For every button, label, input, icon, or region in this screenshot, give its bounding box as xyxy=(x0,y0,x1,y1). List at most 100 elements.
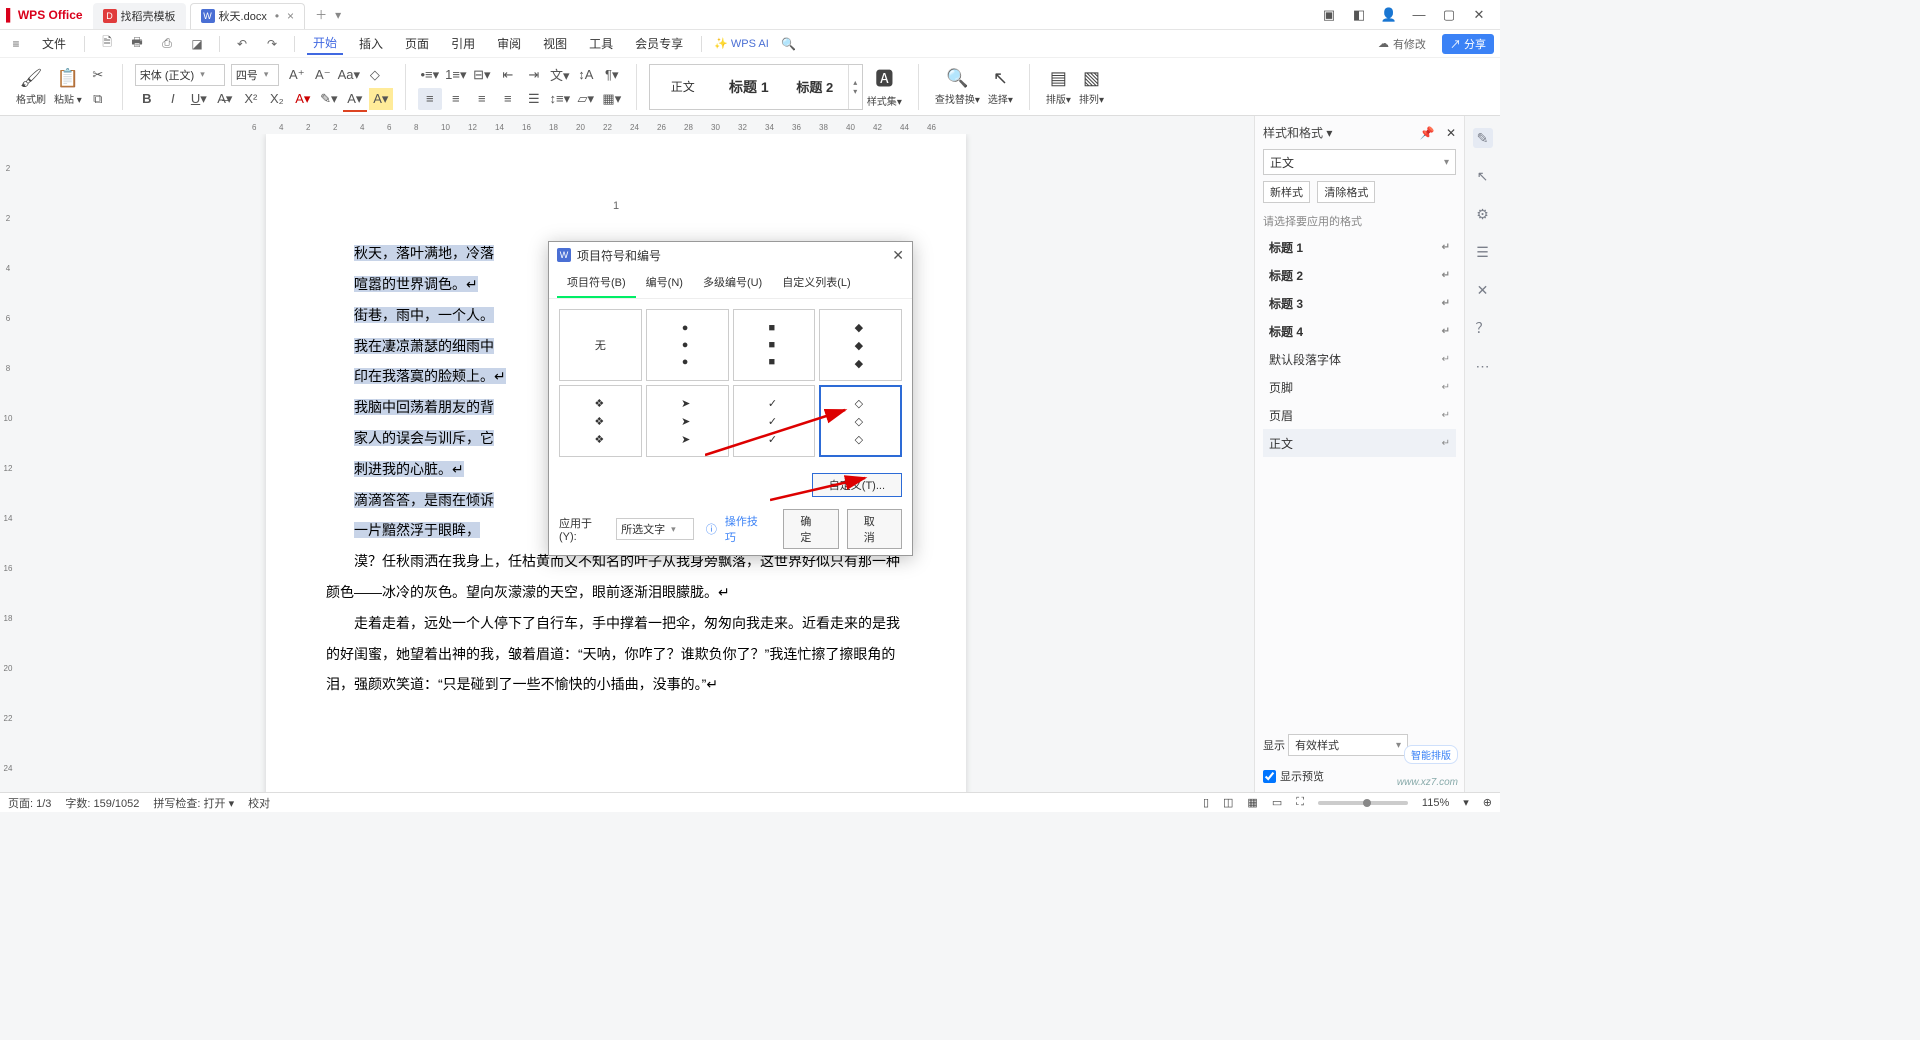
align-center-icon[interactable]: ≡ xyxy=(444,88,468,110)
decrease-indent-icon[interactable]: ⇤ xyxy=(496,64,520,86)
superscript-icon[interactable]: X² xyxy=(239,88,263,110)
show-marks-icon[interactable]: ¶▾ xyxy=(600,64,624,86)
align-justify-icon[interactable]: ≡ xyxy=(496,88,520,110)
style-item[interactable]: 标题 1↵ xyxy=(1263,233,1456,261)
menu-insert[interactable]: 插入 xyxy=(353,33,389,54)
zoom-slider[interactable] xyxy=(1318,801,1408,805)
bullet-option[interactable]: ●●● xyxy=(646,309,729,381)
apply-to-select[interactable]: 所选文字▾ xyxy=(616,518,694,540)
align-right-icon[interactable]: ≡ xyxy=(470,88,494,110)
format-painter-button[interactable]: 🖌格式刷 xyxy=(12,68,50,106)
new-style-button[interactable]: 新样式 xyxy=(1263,181,1310,203)
style-item[interactable]: 页眉↵ xyxy=(1263,401,1456,429)
close-button[interactable]: ✕ xyxy=(1464,7,1494,23)
menu-vip[interactable]: 会员专享 xyxy=(629,33,689,54)
quick-print-icon[interactable]: ◪ xyxy=(187,34,207,54)
layout-button[interactable]: ▤排版▾ xyxy=(1042,68,1075,106)
pin-icon[interactable]: 📌 xyxy=(1420,126,1435,140)
panel-close-icon[interactable]: ✕ xyxy=(1446,126,1456,140)
underline-icon[interactable]: U▾ xyxy=(187,88,211,110)
tab-list-icon[interactable]: ▾ xyxy=(335,8,341,22)
style-more-icon[interactable]: ▴▾ xyxy=(848,65,862,109)
help-icon[interactable]: ？ xyxy=(1473,318,1493,338)
zoom-menu-icon[interactable]: ▾ xyxy=(1463,796,1469,809)
bold-icon[interactable]: B xyxy=(135,88,159,110)
redo-icon[interactable]: ↷ xyxy=(262,34,282,54)
bullet-option[interactable]: ◇◇◇ xyxy=(819,385,902,457)
style-item[interactable]: 默认段落字体↵ xyxy=(1263,345,1456,373)
pointer-icon[interactable]: ↖ xyxy=(1473,166,1493,186)
subscript-icon[interactable]: X₂ xyxy=(265,88,289,110)
print-preview-icon[interactable]: ⎙ xyxy=(157,34,177,54)
clear-format-icon[interactable]: ◇ xyxy=(363,64,387,86)
menu-page[interactable]: 页面 xyxy=(399,33,435,54)
increase-font-icon[interactable]: A⁺ xyxy=(285,64,309,86)
print-icon[interactable]: 🖶 xyxy=(127,34,147,54)
bullet-option[interactable]: ◆◆◆ xyxy=(819,309,902,381)
bullet-option[interactable]: ■■■ xyxy=(733,309,816,381)
tab-document[interactable]: W 秋天.docx • × xyxy=(190,3,306,29)
increase-indent-icon[interactable]: ⇥ xyxy=(522,64,546,86)
save-icon[interactable]: 🗎 xyxy=(97,34,117,54)
bullet-option[interactable]: ❖❖❖ xyxy=(559,385,642,457)
zoom-value[interactable]: 115% xyxy=(1422,797,1449,809)
style-h2[interactable]: 标题 2 xyxy=(784,67,846,107)
pencil-icon[interactable]: ✎ xyxy=(1473,128,1493,148)
style-body[interactable]: 正文 xyxy=(652,67,714,107)
text-direction-icon[interactable]: 文▾ xyxy=(548,64,572,86)
tab-custom-list[interactable]: 自定义列表(L) xyxy=(772,268,860,298)
menu-reference[interactable]: 引用 xyxy=(445,33,481,54)
minimize-button[interactable]: — xyxy=(1404,7,1434,22)
style-item[interactable]: 正文↵ xyxy=(1263,429,1456,457)
line-spacing-icon[interactable]: ↕≡▾ xyxy=(548,88,572,110)
style-item[interactable]: 标题 3↵ xyxy=(1263,289,1456,317)
wps-ai-brand[interactable]: ✨ WPS AI xyxy=(714,37,769,50)
highlight-icon[interactable]: ✎▾ xyxy=(317,88,341,110)
paste-button[interactable]: 📋粘贴 ▾ xyxy=(50,68,86,106)
cut-icon[interactable]: ✂ xyxy=(86,64,110,86)
select-button[interactable]: ↖选择▾ xyxy=(984,68,1017,106)
align-distribute-icon[interactable]: ☰ xyxy=(522,88,546,110)
show-filter-select[interactable]: 有效样式▾ xyxy=(1288,734,1408,756)
spellcheck-status[interactable]: 拼写检查: 打开 ▾ xyxy=(153,795,234,811)
number-list-icon[interactable]: 1≡▾ xyxy=(444,64,468,86)
smart-layout-badge[interactable]: 智能排版 xyxy=(1404,745,1458,764)
fullscreen-icon[interactable]: ⛶ xyxy=(1296,796,1304,809)
view-outline-icon[interactable]: ◫ xyxy=(1223,796,1233,809)
style-item[interactable]: 页脚↵ xyxy=(1263,373,1456,401)
style-item[interactable]: 标题 4↵ xyxy=(1263,317,1456,345)
tab-close-icon[interactable]: × xyxy=(287,9,294,23)
font-color-icon[interactable]: A▾ xyxy=(343,88,367,110)
text-highlight-icon[interactable]: A▾ xyxy=(369,88,393,110)
tab-numbers[interactable]: 编号(N) xyxy=(636,268,693,298)
align-left-icon[interactable]: ≡ xyxy=(418,88,442,110)
borders-icon[interactable]: ▦▾ xyxy=(600,88,624,110)
paragraph-panel-icon[interactable]: ☰ xyxy=(1473,242,1493,262)
menu-tools[interactable]: 工具 xyxy=(583,33,619,54)
file-menu[interactable]: 文件 xyxy=(36,33,72,54)
decrease-font-icon[interactable]: A⁻ xyxy=(311,64,335,86)
bullet-list-icon[interactable]: •≡▾ xyxy=(418,64,442,86)
undo-icon[interactable]: ↶ xyxy=(232,34,252,54)
word-count[interactable]: 字数: 159/1052 xyxy=(65,795,139,811)
tab-multilevel[interactable]: 多级编号(U) xyxy=(693,268,772,298)
style-gallery[interactable]: 正文 标题 1 标题 2 ▴▾ xyxy=(649,64,863,110)
style-set-button[interactable]: 🅰样式集▾ xyxy=(863,65,906,108)
font-size-select[interactable]: 四号▾ xyxy=(231,64,279,86)
tips-link[interactable]: 操作技巧 xyxy=(725,513,768,545)
view-read-icon[interactable]: ▭ xyxy=(1272,796,1282,809)
bullet-option[interactable]: ✓✓✓ xyxy=(733,385,816,457)
customize-button[interactable]: 自定义(T)... xyxy=(812,473,902,497)
style-item[interactable]: 标题 2↵ xyxy=(1263,261,1456,289)
tab-template-store[interactable]: D 找稻壳模板 xyxy=(93,3,186,29)
menu-view[interactable]: 视图 xyxy=(537,33,573,54)
text-effect-icon[interactable]: A▾ xyxy=(291,88,315,110)
bullet-option[interactable]: ➤➤➤ xyxy=(646,385,729,457)
multilevel-list-icon[interactable]: ⊟▾ xyxy=(470,64,494,86)
menu-icon[interactable]: ≡ xyxy=(6,34,26,54)
horizontal-ruler[interactable]: 6422468101214161820222426283032343638404… xyxy=(252,116,1245,134)
settings-slider-icon[interactable]: ⚙ xyxy=(1473,204,1493,224)
page-indicator[interactable]: 页面: 1/3 xyxy=(8,795,51,811)
tools-icon[interactable]: ✕ xyxy=(1473,280,1493,300)
proof-status[interactable]: 校对 xyxy=(248,795,270,811)
